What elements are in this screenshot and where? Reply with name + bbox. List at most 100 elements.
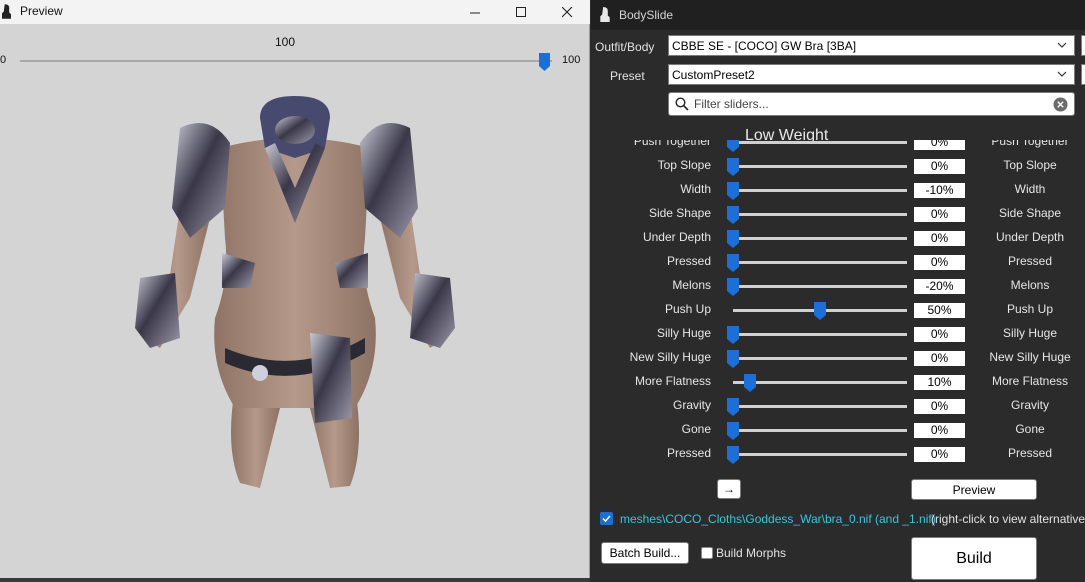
build-morphs-checkbox[interactable] — [701, 547, 713, 559]
filter-sliders-search[interactable]: Filter sliders... — [668, 92, 1075, 116]
bodyslide-titlebar[interactable]: BodySlide — [591, 0, 1085, 30]
preview-slider-max: 100 — [562, 54, 581, 66]
arrow-button[interactable]: → — [717, 479, 741, 499]
slider-track[interactable] — [733, 285, 907, 288]
slider-row: Melons -20% Melons — [591, 274, 1085, 298]
slider-value-field[interactable]: -10% — [914, 183, 965, 198]
slider-name-right: Under Depth — [995, 230, 1065, 244]
output-file-hint: (right-click to view alternatives) — [931, 512, 1085, 526]
preset-select[interactable]: CustomPreset2 — [668, 64, 1075, 85]
slider-thumb[interactable] — [727, 158, 739, 176]
outfit-side-button[interactable] — [1081, 35, 1085, 56]
outfit-select[interactable]: CBBE SE - [COCO] GW Bra [3BA] — [668, 35, 1075, 56]
slider-value-field[interactable]: 0% — [914, 159, 965, 174]
slider-thumb[interactable] — [727, 206, 739, 224]
bodyslide-icon — [2, 4, 11, 19]
slider-value-field[interactable]: 0% — [914, 423, 965, 438]
preview-window: Preview 100 0 100 — [0, 0, 590, 578]
slider-thumb[interactable] — [727, 326, 739, 344]
slider-row: Top Slope 0% Top Slope — [591, 154, 1085, 178]
close-button[interactable] — [544, 0, 590, 24]
slider-name-right: Gone — [1015, 422, 1045, 436]
slider-thumb[interactable] — [727, 422, 739, 440]
slider-track[interactable] — [733, 213, 907, 216]
slider-name-left: Gravity — [672, 398, 711, 412]
slider-track[interactable] — [733, 453, 907, 456]
chevron-down-icon — [1057, 42, 1067, 48]
preview-weight-slider-thumb[interactable] — [539, 53, 550, 71]
slider-track[interactable] — [733, 357, 907, 360]
slider-thumb[interactable] — [727, 140, 739, 152]
minimize-button[interactable] — [452, 0, 498, 24]
slider-thumb[interactable] — [727, 446, 739, 464]
slider-track[interactable] — [733, 381, 907, 384]
preset-label: Preset — [610, 69, 645, 83]
preset-side-button[interactable] — [1081, 64, 1085, 85]
slider-value-field[interactable]: 0% — [914, 447, 965, 462]
slider-value-field[interactable]: -20% — [914, 279, 965, 294]
preview-titlebar[interactable]: Preview — [0, 0, 590, 24]
slider-value-field[interactable]: 0% — [914, 351, 965, 366]
build-button[interactable]: Build — [911, 537, 1037, 580]
slider-thumb[interactable] — [727, 182, 739, 200]
output-file-checkbox[interactable] — [600, 512, 613, 525]
slider-track[interactable] — [733, 333, 907, 336]
slider-value-field[interactable]: 10% — [914, 375, 965, 390]
build-morphs-label: Build Morphs — [716, 546, 787, 560]
slider-row: Side Shape 0% Side Shape — [591, 202, 1085, 226]
slider-value-field[interactable]: 50% — [914, 303, 965, 318]
preview-slider-min: 0 — [0, 54, 7, 66]
model-viewport[interactable] — [110, 88, 480, 508]
slider-track[interactable] — [733, 405, 907, 408]
slider-name-left: More Flatness — [634, 374, 711, 388]
slider-name-left: Side Shape — [648, 206, 711, 220]
slider-track[interactable] — [733, 189, 907, 192]
clear-search-icon[interactable] — [1053, 97, 1068, 112]
slider-track[interactable] — [733, 141, 907, 144]
slider-track[interactable] — [733, 429, 907, 432]
slider-name-left: Top Slope — [657, 158, 711, 172]
slider-name-right: Push Up — [1006, 302, 1054, 316]
slider-value-field[interactable]: 0% — [914, 140, 965, 150]
slider-row: Width -10% Width — [591, 178, 1085, 202]
preview-weight-slider-track[interactable] — [20, 60, 552, 62]
slider-name-right: Silly Huge — [1002, 326, 1058, 340]
slider-name-right: New Silly Huge — [989, 350, 1071, 364]
slider-thumb[interactable] — [727, 398, 739, 416]
slider-thumb[interactable] — [727, 350, 739, 368]
slider-thumb[interactable] — [727, 230, 739, 248]
slider-name-right: Push Together — [991, 140, 1069, 148]
slider-track[interactable] — [733, 165, 907, 168]
minimize-icon — [469, 12, 480, 13]
slider-thumb[interactable] — [744, 374, 757, 392]
slider-thumb[interactable] — [814, 302, 826, 320]
slider-name-right: Gravity — [1010, 398, 1049, 412]
slider-name-left: Pressed — [666, 446, 711, 460]
slider-name-left: Silly Huge — [656, 326, 711, 340]
preset-select-value: CustomPreset2 — [672, 68, 755, 82]
slider-name-left: Gone — [681, 422, 711, 436]
slider-value-field[interactable]: 0% — [914, 327, 965, 342]
slider-value-field[interactable]: 0% — [914, 255, 965, 270]
slider-name-left: Under Depth — [642, 230, 711, 244]
slider-name-right: Side Shape — [998, 206, 1062, 220]
bodyslide-icon — [600, 7, 610, 22]
slider-value-field[interactable]: 0% — [914, 399, 965, 414]
slider-value-field[interactable]: 0% — [914, 207, 965, 222]
batch-build-button[interactable]: Batch Build... — [601, 542, 689, 564]
preview-button[interactable]: Preview — [911, 479, 1037, 500]
slider-thumb[interactable] — [727, 254, 739, 272]
output-file-path[interactable]: meshes\COCO_Cloths\Goddess_War\bra_0.nif… — [620, 512, 936, 526]
preview-slider-value: 100 — [274, 35, 296, 49]
slider-row: New Silly Huge 0% New Silly Huge — [591, 346, 1085, 370]
slider-value-field[interactable]: 0% — [914, 231, 965, 246]
slider-thumb[interactable] — [727, 278, 739, 296]
slider-row: Pressed 0% Pressed — [591, 442, 1085, 466]
maximize-icon — [515, 6, 526, 17]
maximize-button[interactable] — [498, 0, 544, 24]
slider-track[interactable] — [733, 237, 907, 240]
search-icon — [675, 97, 689, 111]
slider-track[interactable] — [733, 261, 907, 264]
search-placeholder: Filter sliders... — [694, 97, 769, 111]
taskbar-strip — [0, 578, 590, 582]
